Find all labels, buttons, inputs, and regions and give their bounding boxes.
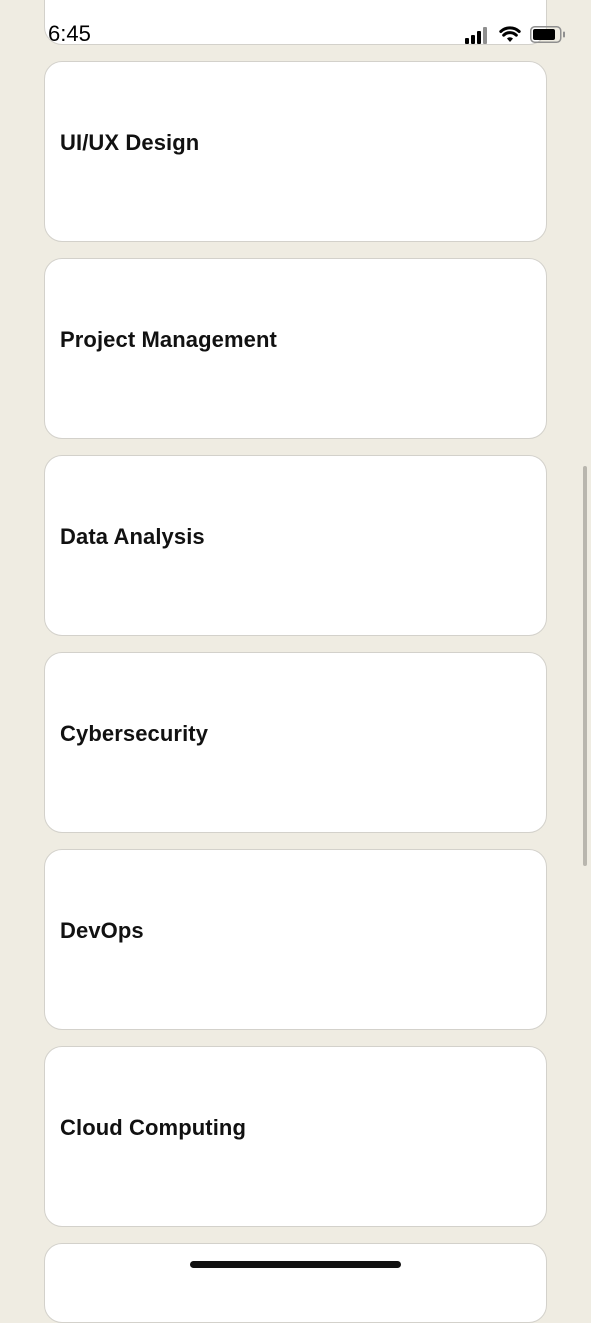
home-indicator[interactable] — [190, 1261, 401, 1268]
course-card-devops[interactable]: DevOps — [44, 849, 547, 1030]
status-bar: 6:45 — [0, 0, 591, 52]
wifi-icon — [499, 26, 521, 42]
course-card-partial-bottom[interactable] — [44, 1243, 547, 1323]
course-card-cloud-computing[interactable]: Cloud Computing — [44, 1046, 547, 1227]
course-title: Project Management — [60, 327, 277, 352]
course-title: Cybersecurity — [60, 721, 209, 746]
course-title: DevOps — [60, 918, 144, 943]
battery-icon — [530, 26, 565, 43]
course-card-project-management[interactable]: Project Management — [44, 258, 547, 439]
scrollbar[interactable] — [583, 466, 587, 866]
course-title: UI/UX Design — [60, 130, 200, 155]
course-card-data-analysis[interactable]: Data Analysis — [44, 455, 547, 636]
course-title: Cloud Computing — [60, 1115, 247, 1140]
status-icons — [465, 26, 565, 44]
course-title: Data Analysis — [60, 524, 205, 549]
signal-icon — [465, 27, 487, 44]
course-card-cybersecurity[interactable]: Cybersecurity — [44, 652, 547, 833]
course-card-ui-ux-design[interactable]: UI/UX Design — [44, 61, 547, 242]
status-time: 6:45 — [48, 21, 91, 46]
